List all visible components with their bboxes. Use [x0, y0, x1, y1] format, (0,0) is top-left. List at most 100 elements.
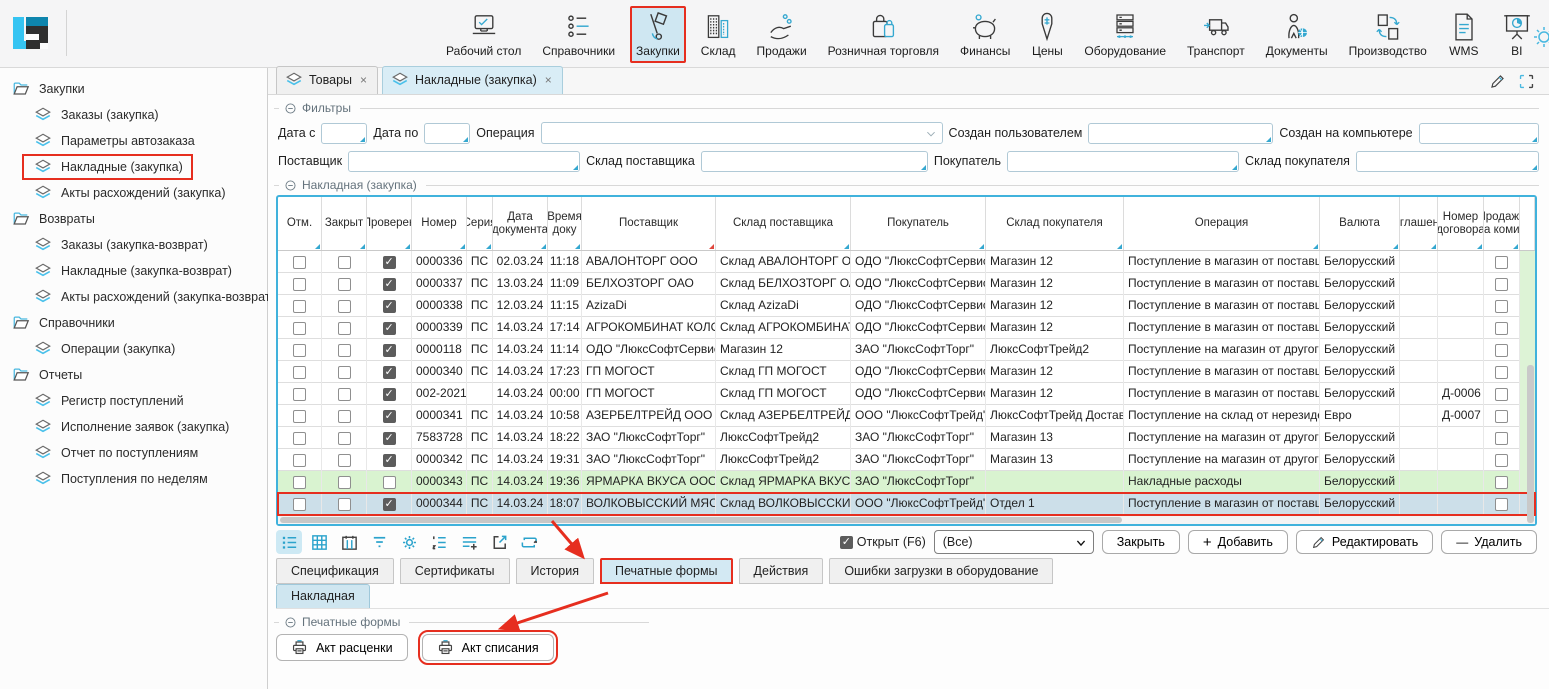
bottom-tab[interactable]: История — [516, 558, 594, 584]
table-row[interactable]: 0000337ПС13.03.2411:09БЕЛХОЗТОРГ ОАОСкла… — [278, 273, 1535, 295]
gear-button[interactable] — [396, 530, 422, 554]
table-row[interactable]: 0000336ПС02.03.2411:18АВАЛОНТОРГ ОООСкла… — [278, 251, 1535, 273]
verified-checkbox[interactable] — [383, 476, 396, 489]
sidebar-item[interactable]: Заказы (закупка) — [22, 102, 169, 128]
toolbar-item-truck[interactable]: Транспорт — [1181, 6, 1251, 63]
table-row[interactable]: 0000340ПС14.03.2417:23ГП МОГОСТСклад ГП … — [278, 361, 1535, 383]
verified-checkbox[interactable] — [383, 388, 396, 401]
list-view-button[interactable] — [276, 530, 302, 554]
document-tab[interactable]: Накладные (закупка) — [382, 66, 563, 94]
table-row[interactable]: 0000341ПС14.03.2410:58АЗЕРБЕЛТРЕЙД ОООСк… — [278, 405, 1535, 427]
sidebar-item[interactable]: Параметры автозаказа — [22, 128, 205, 154]
mark-checkbox[interactable] — [293, 388, 306, 401]
edit-button[interactable]: Редактировать — [1296, 530, 1433, 554]
mark-checkbox[interactable] — [293, 256, 306, 269]
commission-checkbox[interactable] — [1495, 410, 1508, 423]
column-header[interactable]: Склад покупателя — [986, 197, 1124, 250]
collapse-icon[interactable] — [284, 616, 297, 629]
close-tab-icon[interactable] — [545, 73, 552, 87]
toolbar-item-sales[interactable]: Продажи — [751, 6, 813, 63]
calendar-view-button[interactable] — [336, 530, 362, 554]
column-header[interactable]: Закрыт — [322, 197, 367, 250]
column-header[interactable]: Продажа на комис — [1484, 197, 1520, 250]
date-from-input[interactable] — [321, 123, 367, 144]
table-row[interactable]: 0000343ПС14.03.2419:36ЯРМАРКА ВКУСА ОООС… — [278, 471, 1535, 493]
commission-checkbox[interactable] — [1495, 366, 1508, 379]
mark-checkbox[interactable] — [293, 344, 306, 357]
verified-checkbox[interactable] — [383, 454, 396, 467]
operation-select[interactable] — [541, 122, 943, 144]
closed-checkbox[interactable] — [338, 278, 351, 291]
print-button[interactable]: Акт списания — [422, 634, 554, 661]
closed-checkbox[interactable] — [338, 388, 351, 401]
toolbar-item-server[interactable]: Оборудование — [1078, 6, 1172, 63]
sidebar-item[interactable]: Регистр поступлений — [22, 388, 194, 414]
commission-checkbox[interactable] — [1495, 388, 1508, 401]
delete-button[interactable]: Удалить — [1441, 530, 1537, 554]
table-row[interactable]: 0000342ПС14.03.2419:31ЗАО "ЛюксСофтТорг"… — [278, 449, 1535, 471]
commission-checkbox[interactable] — [1495, 476, 1508, 489]
sidebar-folder[interactable]: Отчеты — [0, 362, 92, 388]
bottom-tab[interactable]: Действия — [739, 558, 824, 584]
date-to-input[interactable] — [424, 123, 470, 144]
column-header[interactable]: Отм. — [278, 197, 322, 250]
mark-checkbox[interactable] — [293, 476, 306, 489]
commission-checkbox[interactable] — [1495, 498, 1508, 511]
toolbar-item-tag[interactable]: Цены — [1025, 6, 1069, 63]
column-header[interactable]: Номер договора — [1438, 197, 1484, 250]
bottom-tab[interactable]: Спецификация — [276, 558, 394, 584]
column-header[interactable]: Дата документа — [493, 197, 548, 250]
export-button[interactable] — [486, 530, 512, 554]
filter-button[interactable] — [366, 530, 392, 554]
add-button[interactable]: Добавить — [1188, 530, 1288, 554]
sidebar-item[interactable]: Операции (закупка) — [22, 336, 185, 362]
closed-checkbox[interactable] — [338, 256, 351, 269]
table-row[interactable]: 0000339ПС14.03.2417:14АГРОКОМБИНАТ КОЛОС… — [278, 317, 1535, 339]
verified-checkbox[interactable] — [383, 410, 396, 423]
column-header[interactable]: Серия — [467, 197, 493, 250]
mark-checkbox[interactable] — [293, 432, 306, 445]
closed-checkbox[interactable] — [338, 410, 351, 423]
closed-checkbox[interactable] — [338, 366, 351, 379]
verified-checkbox[interactable] — [383, 322, 396, 335]
refresh-button[interactable] — [516, 530, 542, 554]
toolbar-item-bag[interactable]: Розничная торговля — [822, 6, 945, 63]
column-header[interactable]: Валюта — [1320, 197, 1400, 250]
close-button[interactable]: Закрыть — [1102, 530, 1180, 554]
mark-checkbox[interactable] — [293, 278, 306, 291]
mark-checkbox[interactable] — [293, 300, 306, 313]
closed-checkbox[interactable] — [338, 476, 351, 489]
horizontal-scrollbar[interactable] — [278, 515, 1535, 524]
commission-checkbox[interactable] — [1495, 322, 1508, 335]
document-tab[interactable]: Товары — [276, 66, 378, 94]
commission-checkbox[interactable] — [1495, 300, 1508, 313]
closed-checkbox[interactable] — [338, 498, 351, 511]
column-header[interactable]: Покупатель — [851, 197, 986, 250]
sidebar-folder[interactable]: Закупки — [0, 76, 95, 102]
commission-checkbox[interactable] — [1495, 256, 1508, 269]
closed-checkbox[interactable] — [338, 344, 351, 357]
commission-checkbox[interactable] — [1495, 432, 1508, 445]
toolbar-item-cycle[interactable]: Производство — [1343, 6, 1433, 63]
close-tab-icon[interactable] — [360, 73, 367, 87]
scrollbar-thumb[interactable] — [280, 517, 1122, 523]
sidebar-item[interactable]: Акты расхождений (закупка) — [22, 180, 235, 206]
open-filter-checkbox[interactable]: Открыт (F6) — [840, 535, 926, 549]
fullscreen-icon[interactable] — [1518, 73, 1535, 90]
column-header[interactable]: Поставщик — [582, 197, 716, 250]
toolbar-item-piggy[interactable]: Финансы — [954, 6, 1016, 63]
closed-checkbox[interactable] — [338, 322, 351, 335]
verified-checkbox[interactable] — [383, 366, 396, 379]
verified-checkbox[interactable] — [383, 498, 396, 511]
filter-select[interactable]: (Все) — [934, 530, 1094, 554]
column-header[interactable]: Время доку — [548, 197, 582, 250]
sidebar-item[interactable]: Акты расхождений (закупка-возврат) — [22, 284, 285, 310]
print-button[interactable]: Акт расценки — [276, 634, 408, 661]
table-row[interactable]: 0000338ПС12.03.2411:15AzizaDiСклад Aziza… — [278, 295, 1535, 317]
created-by-input[interactable] — [1088, 123, 1273, 144]
checkbox-icon[interactable] — [840, 536, 853, 549]
column-header[interactable]: Проверен — [367, 197, 412, 250]
add-list-button[interactable] — [456, 530, 482, 554]
toolbar-item-desktop[interactable]: Рабочий стол — [440, 6, 527, 63]
table-row[interactable]: 7583728ПС14.03.2418:22ЗАО "ЛюксСофтТорг"… — [278, 427, 1535, 449]
